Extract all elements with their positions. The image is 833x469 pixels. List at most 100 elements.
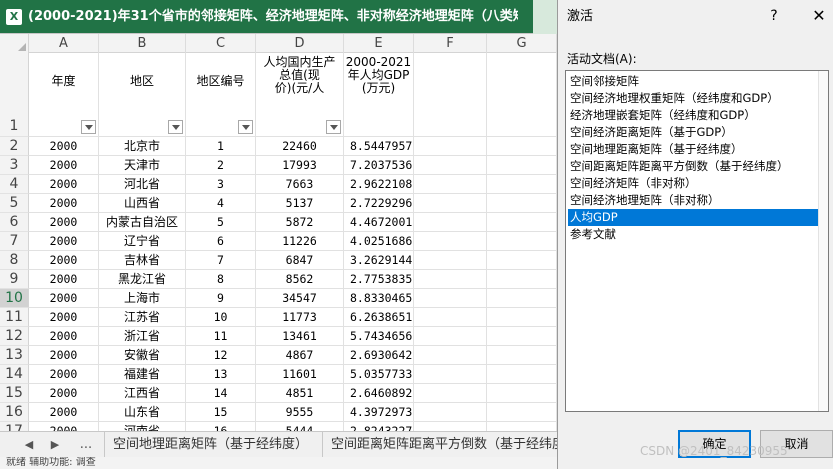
empty-cell[interactable] <box>414 232 487 251</box>
empty-cell[interactable] <box>414 403 487 422</box>
cell-region[interactable]: 天津市 <box>99 156 186 175</box>
cell-region[interactable]: 吉林省 <box>99 251 186 270</box>
row-header[interactable]: 16 <box>0 403 29 422</box>
row-header[interactable]: 6 <box>0 213 29 232</box>
empty-cell[interactable] <box>487 232 557 251</box>
cell-year[interactable]: 2000 <box>29 137 99 156</box>
cell-year[interactable]: 2000 <box>29 327 99 346</box>
cell-gdp[interactable]: 11773 <box>256 308 344 327</box>
cell-code[interactable]: 10 <box>186 308 256 327</box>
cell-avg[interactable]: 2.6460892 <box>344 384 414 403</box>
cell-avg[interactable]: 7.2037536 <box>344 156 414 175</box>
cell-gdp[interactable]: 9555 <box>256 403 344 422</box>
empty-cell[interactable] <box>487 194 557 213</box>
cell-avg[interactable]: 6.2638651 <box>344 308 414 327</box>
cell-code[interactable]: 8 <box>186 270 256 289</box>
empty-cell[interactable] <box>487 308 557 327</box>
cell-year[interactable]: 2000 <box>29 308 99 327</box>
document-list-item[interactable]: 经济地理嵌套矩阵（经纬度和GDP） <box>568 107 820 124</box>
empty-cell[interactable] <box>414 289 487 308</box>
cell-code[interactable]: 7 <box>186 251 256 270</box>
row-header[interactable]: 7 <box>0 232 29 251</box>
empty-cell[interactable] <box>414 156 487 175</box>
header-cell-region[interactable]: 地区 <box>99 53 186 137</box>
cell-region[interactable]: 上海市 <box>99 289 186 308</box>
cell-year[interactable]: 2000 <box>29 346 99 365</box>
document-list-item[interactable]: 空间经济距离矩阵（基于GDP） <box>568 124 820 141</box>
empty-cell[interactable] <box>414 346 487 365</box>
empty-cell[interactable] <box>414 175 487 194</box>
empty-cell[interactable] <box>487 403 557 422</box>
cell-gdp[interactable]: 11226 <box>256 232 344 251</box>
cell-gdp[interactable]: 13461 <box>256 327 344 346</box>
cell-avg[interactable]: 4.3972973 <box>344 403 414 422</box>
cell-avg[interactable]: 4.0251686 <box>344 232 414 251</box>
empty-cell[interactable] <box>487 53 557 137</box>
empty-cell[interactable] <box>414 53 487 137</box>
cell-year[interactable]: 2000 <box>29 251 99 270</box>
document-list-item[interactable]: 空间经济地理矩阵（非对称） <box>568 192 820 209</box>
row-header[interactable]: 10 <box>0 289 29 308</box>
document-list-item[interactable]: 参考文献 <box>568 226 820 243</box>
cell-region[interactable]: 北京市 <box>99 137 186 156</box>
cell-region[interactable]: 黑龙江省 <box>99 270 186 289</box>
column-header-e[interactable]: E <box>344 34 414 53</box>
select-all-corner[interactable] <box>0 34 29 53</box>
cell-avg[interactable]: 8.8330465 <box>344 289 414 308</box>
row-header[interactable]: 2 <box>0 137 29 156</box>
document-list-item[interactable]: 空间经济矩阵（非对称） <box>568 175 820 192</box>
empty-cell[interactable] <box>414 365 487 384</box>
cell-region[interactable]: 辽宁省 <box>99 232 186 251</box>
cell-region[interactable]: 安徽省 <box>99 346 186 365</box>
cell-code[interactable]: 6 <box>186 232 256 251</box>
cell-gdp[interactable]: 34547 <box>256 289 344 308</box>
filter-dropdown-icon[interactable] <box>238 120 253 134</box>
cell-gdp[interactable]: 5872 <box>256 213 344 232</box>
column-header-f[interactable]: F <box>414 34 487 53</box>
cell-region[interactable]: 福建省 <box>99 365 186 384</box>
cell-gdp[interactable]: 8562 <box>256 270 344 289</box>
cell-code[interactable]: 1 <box>186 137 256 156</box>
cell-code[interactable]: 2 <box>186 156 256 175</box>
cell-avg[interactable]: 2.6930642 <box>344 346 414 365</box>
cell-code[interactable]: 5 <box>186 213 256 232</box>
empty-cell[interactable] <box>414 213 487 232</box>
cell-region[interactable]: 江苏省 <box>99 308 186 327</box>
empty-cell[interactable] <box>414 194 487 213</box>
empty-cell[interactable] <box>487 327 557 346</box>
empty-cell[interactable] <box>487 270 557 289</box>
empty-cell[interactable] <box>487 175 557 194</box>
document-list-item[interactable]: 空间地理距离矩阵（基于经纬度） <box>568 141 820 158</box>
cell-year[interactable]: 2000 <box>29 175 99 194</box>
row-header[interactable]: 11 <box>0 308 29 327</box>
sheet-prev-icon[interactable]: ◀ <box>20 432 38 458</box>
filter-dropdown-icon[interactable] <box>326 120 341 134</box>
cell-code[interactable]: 3 <box>186 175 256 194</box>
column-header-c[interactable]: C <box>186 34 256 53</box>
list-scrollbar[interactable] <box>818 71 828 411</box>
column-header-a[interactable]: A <box>29 34 99 53</box>
active-documents-list[interactable]: 空间邻接矩阵 空间经济地理权重矩阵（经纬度和GDP） 经济地理嵌套矩阵（经纬度和GD… <box>565 70 829 412</box>
row-header-1[interactable]: 1 <box>0 53 29 137</box>
close-icon[interactable]: ✕ <box>808 6 830 26</box>
sheet-tab-inverse-distance[interactable]: 空间距离矩阵距离平方倒数（基于经纬度 <box>322 432 557 458</box>
cell-gdp[interactable]: 5137 <box>256 194 344 213</box>
cell-code[interactable]: 13 <box>186 365 256 384</box>
document-list-item[interactable]: 人均GDP <box>568 209 820 226</box>
cell-avg[interactable]: 2.7753835 <box>344 270 414 289</box>
cell-avg[interactable]: 3.2629144 <box>344 251 414 270</box>
empty-cell[interactable] <box>414 327 487 346</box>
cell-gdp[interactable]: 4851 <box>256 384 344 403</box>
cell-gdp[interactable]: 4867 <box>256 346 344 365</box>
empty-cell[interactable] <box>487 346 557 365</box>
cell-gdp[interactable]: 11601 <box>256 365 344 384</box>
empty-cell[interactable] <box>414 137 487 156</box>
row-header[interactable]: 3 <box>0 156 29 175</box>
cell-region[interactable]: 江西省 <box>99 384 186 403</box>
cell-gdp[interactable]: 22460 <box>256 137 344 156</box>
cell-year[interactable]: 2000 <box>29 289 99 308</box>
row-header[interactable]: 5 <box>0 194 29 213</box>
filter-dropdown-icon[interactable] <box>81 120 96 134</box>
cell-year[interactable]: 2000 <box>29 156 99 175</box>
cell-region[interactable]: 山东省 <box>99 403 186 422</box>
